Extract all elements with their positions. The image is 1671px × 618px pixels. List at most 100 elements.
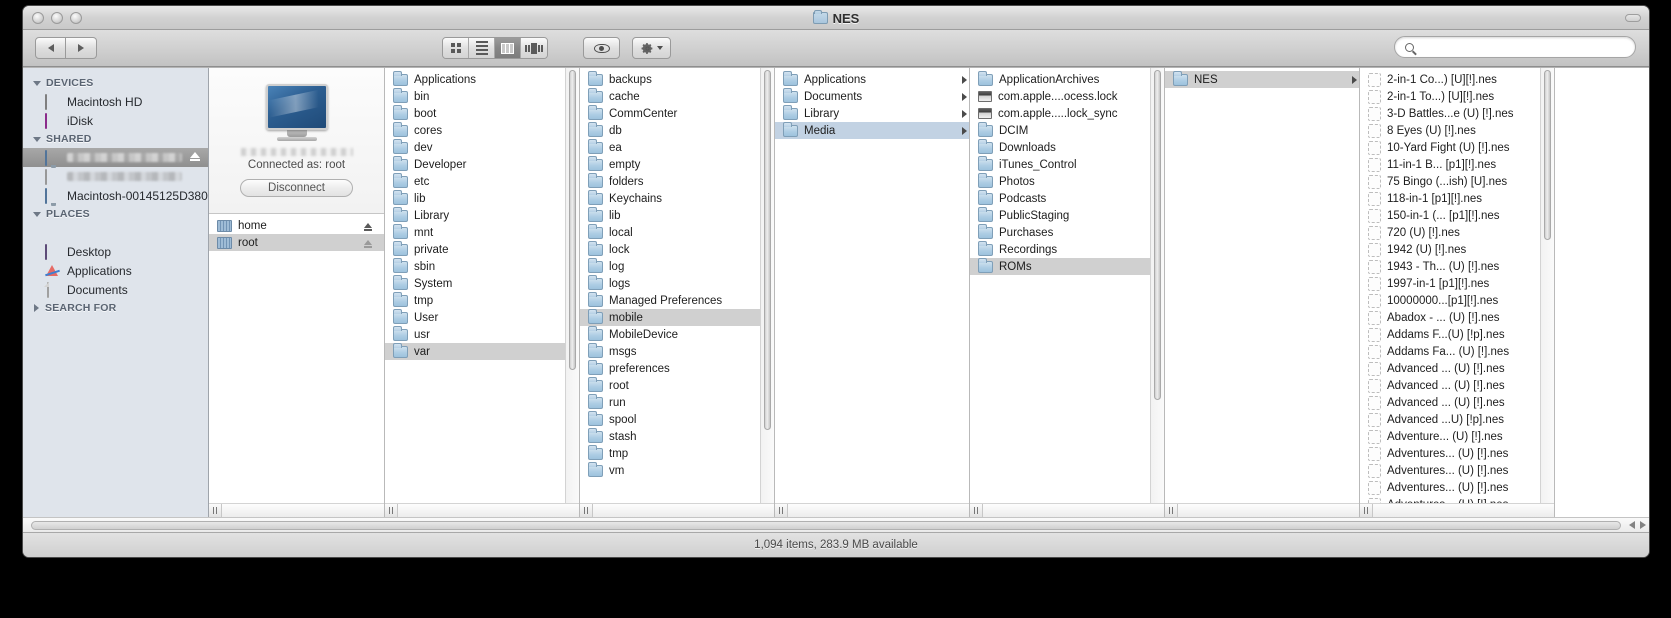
sidebar-item-documents[interactable]: Documents	[23, 280, 208, 299]
column-view-button[interactable]	[495, 38, 521, 58]
file-row[interactable]: mnt	[385, 223, 579, 241]
coverflow-view-button[interactable]	[521, 38, 547, 58]
scroll-thumb[interactable]	[764, 70, 771, 430]
file-row[interactable]: Addams Fa... (U) [!].nes	[1360, 343, 1554, 360]
file-row[interactable]: msgs	[580, 342, 774, 360]
horizontal-scrollbar[interactable]	[23, 517, 1649, 532]
file-row[interactable]: 720 (U) [!].nes	[1360, 224, 1554, 241]
file-row[interactable]: mobile	[580, 308, 774, 326]
file-row[interactable]: lock	[580, 240, 774, 258]
sidebar-section-search-for[interactable]: SEARCH FOR	[23, 299, 208, 317]
horizontal-scroll-thumb[interactable]	[31, 521, 1621, 530]
file-row[interactable]: Recordings	[970, 240, 1164, 258]
file-row[interactable]: local	[580, 223, 774, 241]
file-row[interactable]: 2-in-1 Co...) [U][!].nes	[1360, 71, 1554, 88]
file-row[interactable]: vm	[580, 461, 774, 479]
sidebar-item-home[interactable]	[23, 223, 208, 242]
column-vertical-scrollbar[interactable]	[1150, 68, 1164, 503]
scroll-left-icon[interactable]	[1629, 521, 1635, 529]
column-vertical-scrollbar[interactable]	[565, 68, 579, 503]
file-row[interactable]: Keychains	[580, 189, 774, 207]
share-row-home[interactable]: home	[209, 217, 384, 234]
resize-grip[interactable]	[209, 504, 222, 517]
action-menu-button[interactable]	[632, 37, 671, 59]
file-row[interactable]: preferences	[580, 359, 774, 377]
file-row[interactable]: var	[385, 342, 579, 360]
eject-icon[interactable]	[364, 240, 372, 248]
sidebar-section-devices[interactable]: DEVICES	[23, 74, 208, 92]
file-row[interactable]: Adventures... (U) [!].nes	[1360, 445, 1554, 462]
search-input[interactable]	[1419, 39, 1625, 55]
resize-grip[interactable]	[970, 504, 983, 517]
file-row[interactable]: User	[385, 308, 579, 326]
column-resize-bar[interactable]	[209, 503, 384, 517]
quick-look-button[interactable]	[583, 37, 620, 59]
resize-grip[interactable]	[775, 504, 788, 517]
file-row[interactable]: 118-in-1 [p1][!].nes	[1360, 190, 1554, 207]
column-vertical-scrollbar[interactable]	[760, 68, 774, 503]
file-row[interactable]: 1997-in-1 [p1][!].nes	[1360, 275, 1554, 292]
file-row[interactable]: 3-D Battles...e (U) [!].nes	[1360, 105, 1554, 122]
file-row[interactable]: Advanced ... (U) [!].nes	[1360, 394, 1554, 411]
file-row[interactable]: 150-in-1 (... [p1][!].nes	[1360, 207, 1554, 224]
file-row[interactable]: ApplicationArchives	[970, 70, 1164, 88]
file-row[interactable]: Developer	[385, 155, 579, 173]
file-row[interactable]: NES	[1165, 70, 1359, 88]
file-row[interactable]: log	[580, 257, 774, 275]
file-row[interactable]: Advanced ... (U) [!].nes	[1360, 360, 1554, 377]
file-row[interactable]: etc	[385, 172, 579, 190]
column-resize-bar[interactable]	[385, 503, 579, 517]
column-resize-bar[interactable]	[970, 503, 1164, 517]
file-row[interactable]: Applications	[775, 70, 969, 88]
file-row[interactable]: Podcasts	[970, 189, 1164, 207]
file-row[interactable]: spool	[580, 410, 774, 428]
file-row[interactable]: db	[580, 121, 774, 139]
share-row-root[interactable]: root	[209, 234, 384, 251]
scroll-right-icon[interactable]	[1640, 521, 1646, 529]
scroll-thumb[interactable]	[1544, 70, 1551, 240]
column-resize-bar[interactable]	[775, 503, 969, 517]
resize-grip[interactable]	[1360, 504, 1373, 517]
file-row[interactable]: usr	[385, 325, 579, 343]
file-row[interactable]: 8 Eyes (U) [!].nes	[1360, 122, 1554, 139]
file-row[interactable]: boot	[385, 104, 579, 122]
file-row[interactable]: private	[385, 240, 579, 258]
eject-icon[interactable]	[364, 223, 372, 231]
file-row[interactable]: iTunes_Control	[970, 155, 1164, 173]
file-row[interactable]: 1943 - Th... (U) [!].nes	[1360, 258, 1554, 275]
file-row[interactable]: empty	[580, 155, 774, 173]
file-row[interactable]: ROMs	[970, 257, 1164, 275]
file-row[interactable]: PublicStaging	[970, 206, 1164, 224]
file-row[interactable]: stash	[580, 427, 774, 445]
file-row[interactable]: cores	[385, 121, 579, 139]
column-vertical-scrollbar[interactable]	[1540, 68, 1554, 503]
file-row[interactable]: lib	[580, 206, 774, 224]
file-row[interactable]: run	[580, 393, 774, 411]
search-field[interactable]	[1394, 36, 1636, 58]
file-row[interactable]: 1942 (U) [!].nes	[1360, 241, 1554, 258]
file-row[interactable]: MobileDevice	[580, 325, 774, 343]
file-row[interactable]: logs	[580, 274, 774, 292]
file-row[interactable]: Adventure... (U) [!].nes	[1360, 428, 1554, 445]
file-row[interactable]: 2-in-1 To...) [U][!].nes	[1360, 88, 1554, 105]
icon-view-button[interactable]	[443, 38, 469, 58]
file-row[interactable]: Downloads	[970, 138, 1164, 156]
file-row[interactable]: Applications	[385, 70, 579, 88]
file-row[interactable]: ea	[580, 138, 774, 156]
file-row[interactable]: sbin	[385, 257, 579, 275]
resize-grip[interactable]	[385, 504, 398, 517]
file-row[interactable]: Adventures... (U) [!].nes	[1360, 479, 1554, 496]
file-row[interactable]: lib	[385, 189, 579, 207]
file-row[interactable]: 10000000...[p1][!].nes	[1360, 292, 1554, 309]
file-row[interactable]: Photos	[970, 172, 1164, 190]
file-row[interactable]: Media	[775, 121, 969, 139]
file-row[interactable]: 75 Bingo (...ish) [U].nes	[1360, 173, 1554, 190]
file-row[interactable]: dev	[385, 138, 579, 156]
scroll-thumb[interactable]	[1154, 70, 1161, 400]
sidebar-item-idisk[interactable]: iDisk	[23, 111, 208, 130]
sidebar-item-macintosh-00145125d380[interactable]: Macintosh-00145125D380	[23, 186, 208, 205]
sidebar-section-shared[interactable]: SHARED	[23, 130, 208, 148]
sidebar-item-shared-server-selected[interactable]	[23, 148, 208, 167]
file-row[interactable]: Advanced ... (U) [!].nes	[1360, 377, 1554, 394]
file-row[interactable]: Adventures... (U) [!].nes	[1360, 496, 1554, 503]
